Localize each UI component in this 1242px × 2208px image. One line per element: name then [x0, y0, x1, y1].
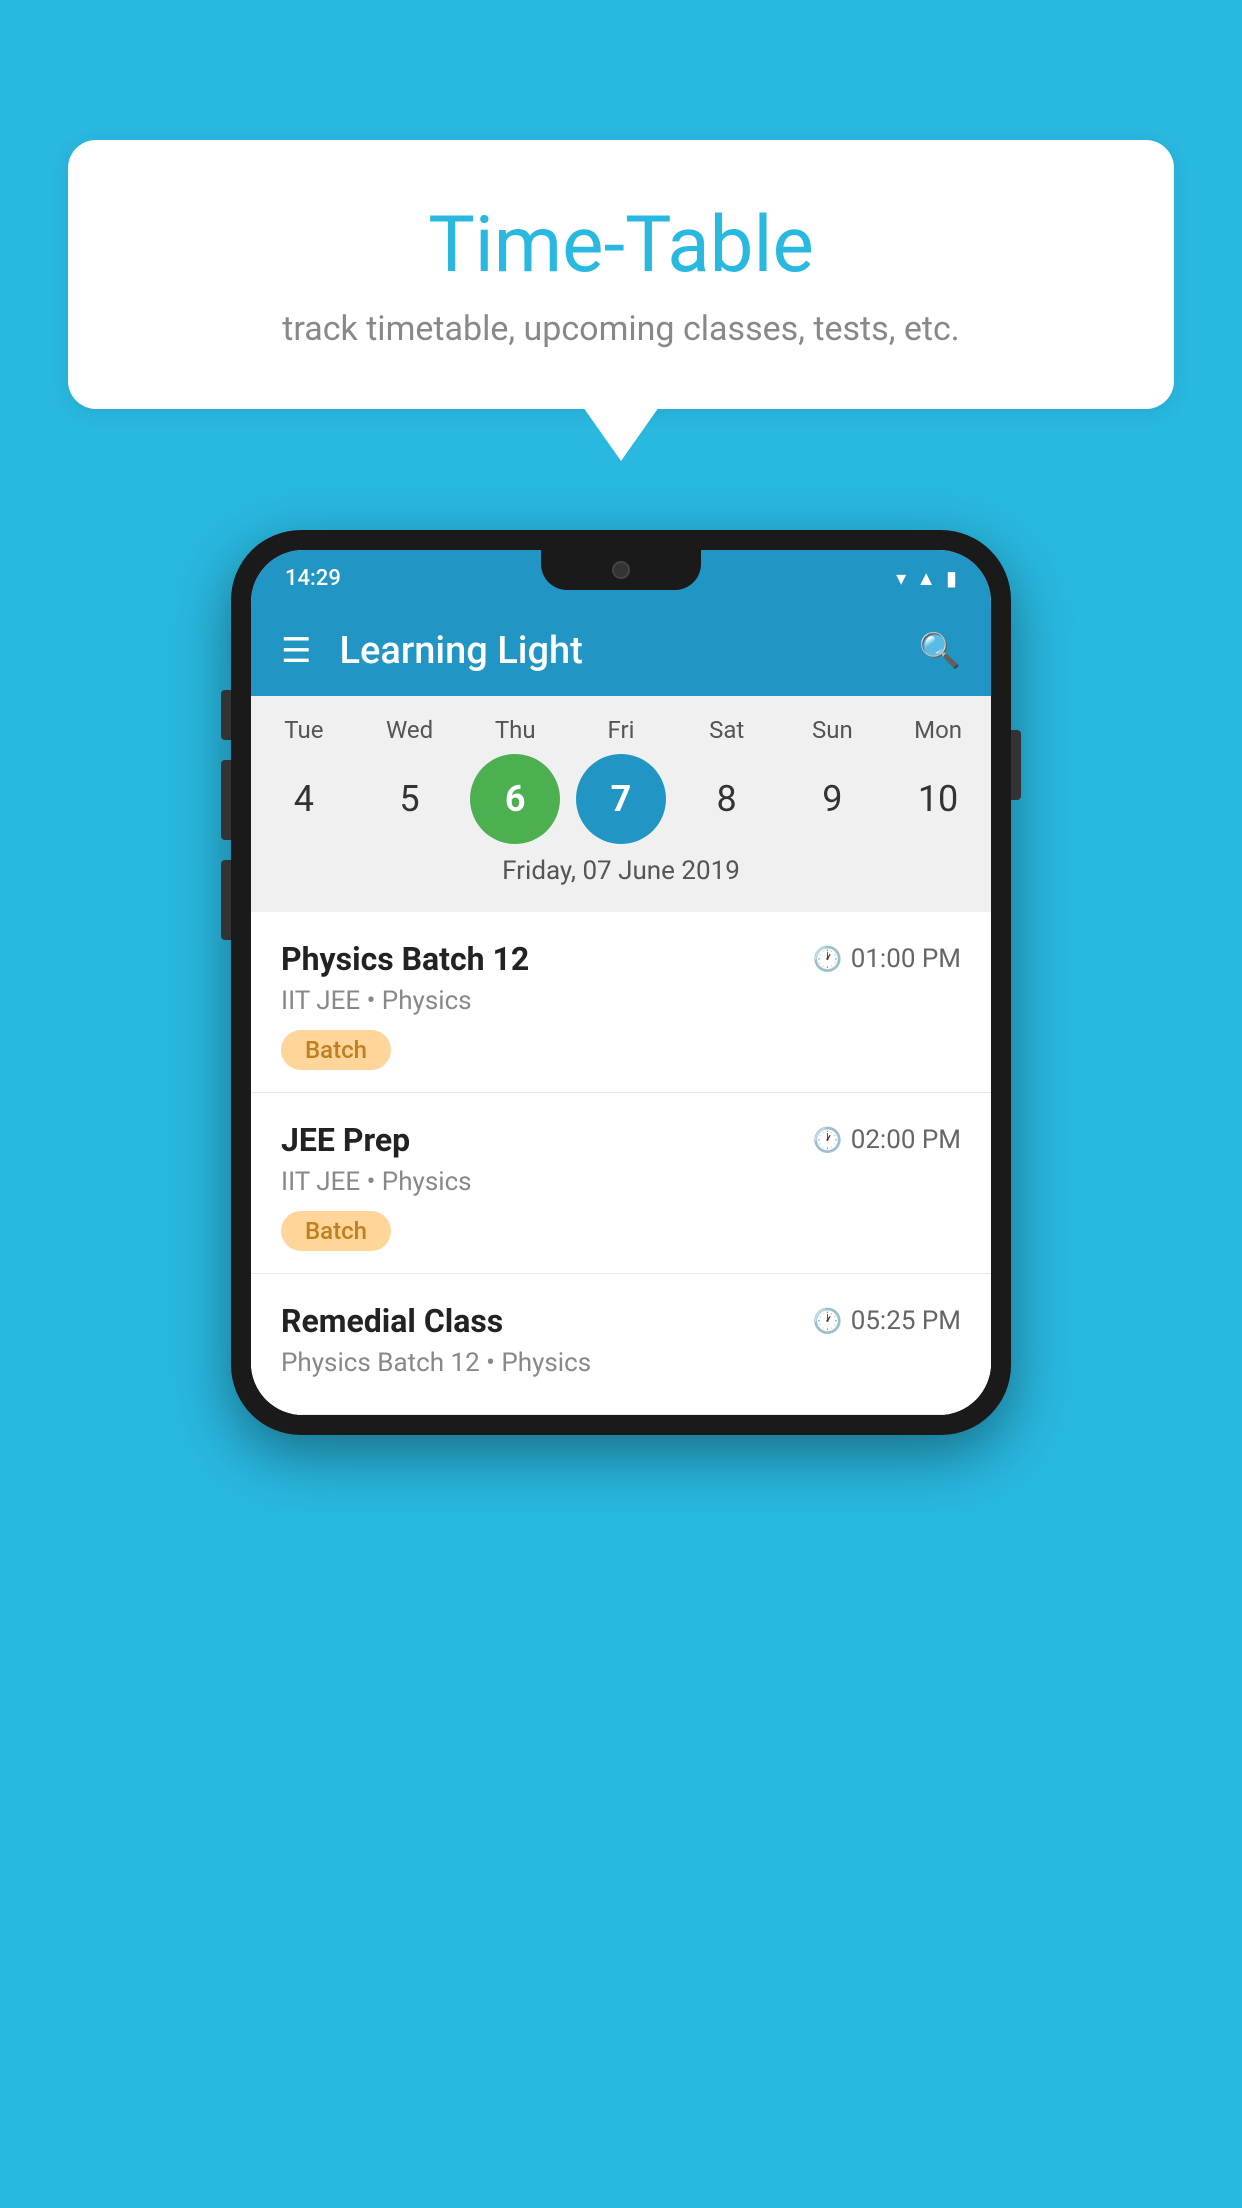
day-8[interactable]: 8 [682, 754, 772, 844]
schedule-list: Physics Batch 12 🕐 01:00 PM IIT JEE • Ph… [251, 912, 991, 1415]
day-label-sat: Sat [682, 716, 772, 744]
power-button [1011, 730, 1021, 800]
schedule-time-3: 🕐 05:25 PM [813, 1306, 961, 1336]
speech-bubble: Time-Table track timetable, upcoming cla… [68, 140, 1174, 409]
phone-mockup: 14:29 ▾ ▲ ▮ ☰ Learning Light 🔍 Tue Wed T… [231, 530, 1011, 1435]
volume-down-button [221, 860, 231, 940]
battery-icon: ▮ [946, 566, 957, 590]
schedule-item-jee-prep[interactable]: JEE Prep 🕐 02:00 PM IIT JEE • Physics Ba… [251, 1093, 991, 1274]
volume-up-button [221, 760, 231, 840]
app-title: Learning Light [339, 629, 918, 673]
clock-icon-2: 🕐 [813, 1126, 843, 1154]
schedule-time-1: 🕐 01:00 PM [813, 944, 961, 974]
day-6-today[interactable]: 6 [470, 754, 560, 844]
day-9[interactable]: 9 [787, 754, 877, 844]
schedule-item-header-3: Remedial Class 🕐 05:25 PM [281, 1302, 961, 1340]
day-label-tue: Tue [259, 716, 349, 744]
phone-body: 14:29 ▾ ▲ ▮ ☰ Learning Light 🔍 Tue Wed T… [231, 530, 1011, 1435]
front-camera [612, 561, 630, 579]
schedule-title-2: JEE Prep [281, 1121, 410, 1159]
hamburger-icon[interactable]: ☰ [281, 634, 311, 668]
schedule-time-2: 🕐 02:00 PM [813, 1125, 961, 1155]
speech-bubble-container: Time-Table track timetable, upcoming cla… [68, 140, 1174, 409]
day-4[interactable]: 4 [259, 754, 349, 844]
day-label-sun: Sun [787, 716, 877, 744]
schedule-sub-1: IIT JEE • Physics [281, 986, 961, 1016]
day-labels-row: Tue Wed Thu Fri Sat Sun Mon [251, 716, 991, 744]
batch-badge-2: Batch [281, 1211, 391, 1251]
wifi-icon: ▾ [896, 566, 906, 590]
search-icon[interactable]: 🔍 [919, 631, 961, 671]
day-label-fri: Fri [576, 716, 666, 744]
schedule-item-physics-batch[interactable]: Physics Batch 12 🕐 01:00 PM IIT JEE • Ph… [251, 912, 991, 1093]
mute-button [221, 690, 231, 740]
status-icons: ▾ ▲ ▮ [896, 566, 957, 591]
day-numbers-row: 4 5 6 7 8 9 10 [251, 754, 991, 844]
app-bar: ☰ Learning Light 🔍 [251, 606, 991, 696]
signal-icon: ▲ [916, 566, 936, 591]
day-7-selected[interactable]: 7 [576, 754, 666, 844]
schedule-title-1: Physics Batch 12 [281, 940, 529, 978]
day-label-wed: Wed [365, 716, 455, 744]
day-10[interactable]: 10 [893, 754, 983, 844]
schedule-sub-3: Physics Batch 12 • Physics [281, 1348, 961, 1378]
clock-icon-1: 🕐 [813, 945, 843, 973]
calendar-strip: Tue Wed Thu Fri Sat Sun Mon 4 5 6 7 8 9 … [251, 696, 991, 912]
schedule-item-remedial[interactable]: Remedial Class 🕐 05:25 PM Physics Batch … [251, 1274, 991, 1415]
batch-badge-1: Batch [281, 1030, 391, 1070]
bubble-title: Time-Table [108, 200, 1134, 291]
day-5[interactable]: 5 [365, 754, 455, 844]
phone-screen: 14:29 ▾ ▲ ▮ ☰ Learning Light 🔍 Tue Wed T… [251, 550, 991, 1415]
clock-icon-3: 🕐 [813, 1307, 843, 1335]
selected-date-label: Friday, 07 June 2019 [251, 844, 991, 902]
schedule-sub-2: IIT JEE • Physics [281, 1167, 961, 1197]
phone-notch [541, 550, 701, 590]
schedule-item-header-2: JEE Prep 🕐 02:00 PM [281, 1121, 961, 1159]
schedule-title-3: Remedial Class [281, 1302, 503, 1340]
bubble-subtitle: track timetable, upcoming classes, tests… [108, 309, 1134, 349]
status-time: 14:29 [285, 566, 341, 591]
day-label-mon: Mon [893, 716, 983, 744]
schedule-item-header-1: Physics Batch 12 🕐 01:00 PM [281, 940, 961, 978]
day-label-thu: Thu [470, 716, 560, 744]
